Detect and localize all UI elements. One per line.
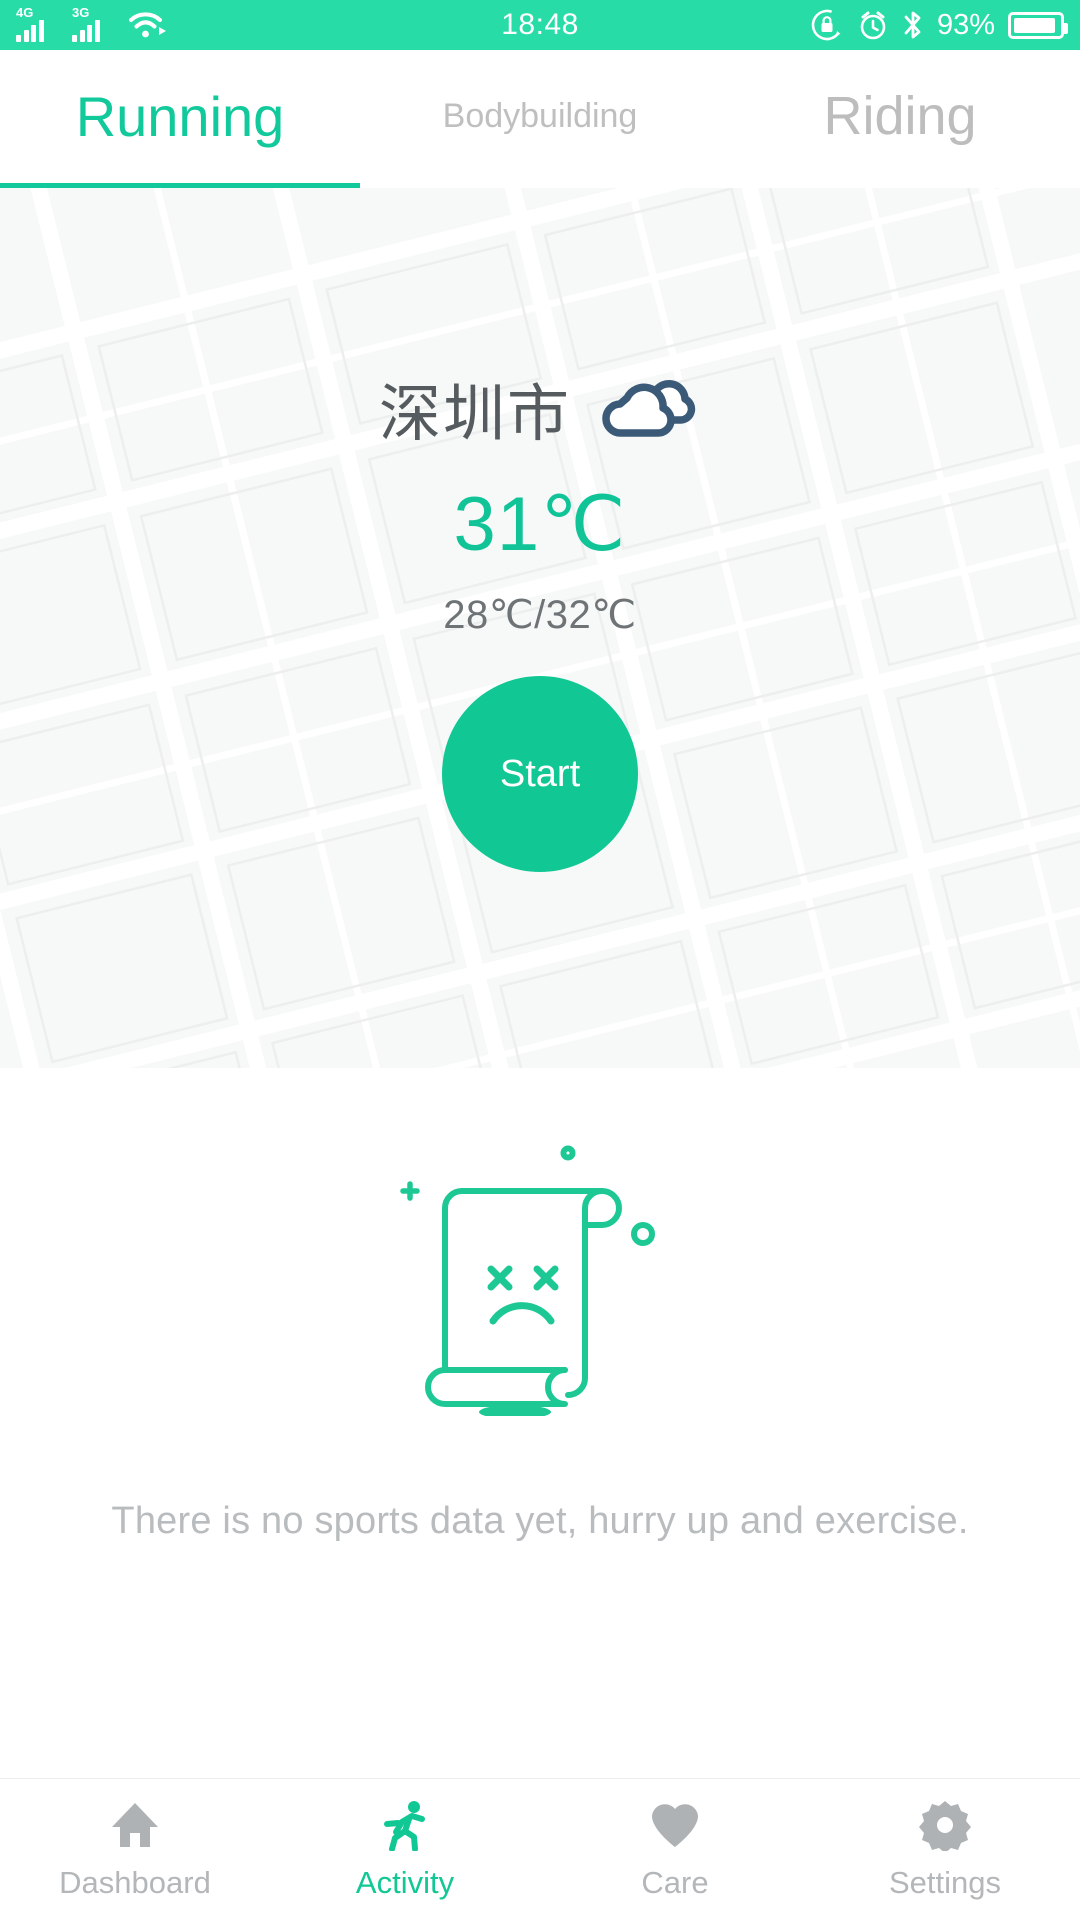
weather-overlay: 深圳市 31℃ 28℃/32℃ Start xyxy=(0,188,1080,1068)
start-button[interactable]: Start xyxy=(442,676,638,872)
nav-item-settings-label: Settings xyxy=(888,1864,1001,1900)
tab-bodybuilding-label: Bodybuilding xyxy=(442,96,638,135)
cloud-icon xyxy=(602,380,696,437)
status-bar: 4G 3G 18:48 93% xyxy=(0,0,1080,50)
tab-riding-label: Riding xyxy=(823,86,977,146)
battery-icon xyxy=(1008,11,1068,39)
empty-state-message: There is no sports data yet, hurry up an… xyxy=(111,1500,969,1542)
nav-item-activity[interactable]: Activity xyxy=(270,1799,540,1901)
current-temperature: 31℃ xyxy=(453,482,627,567)
city-name: 深圳市 xyxy=(378,380,571,449)
heart-icon xyxy=(652,1803,698,1847)
tab-running-label: Running xyxy=(75,84,285,148)
sad-scroll-icon xyxy=(400,1145,655,1416)
activity-type-tabs: Running Bodybuilding Riding xyxy=(0,50,1080,188)
nav-item-activity-label: Activity xyxy=(355,1864,455,1900)
nav-item-dashboard-label: Dashboard xyxy=(59,1864,211,1900)
temperature-range: 28℃/32℃ xyxy=(443,593,637,637)
tab-running[interactable]: Running xyxy=(0,50,360,188)
nav-item-settings[interactable]: Settings xyxy=(810,1799,1080,1901)
bottom-navigation: Dashboard Activity Care Settings xyxy=(0,1778,1080,1920)
running-person-icon xyxy=(384,1800,425,1851)
city-weather-row: 深圳市 xyxy=(379,363,701,453)
gear-icon xyxy=(919,1800,971,1851)
map-panel[interactable]: 深圳市 31℃ 28℃/32℃ Start xyxy=(0,188,1080,1068)
nav-item-dashboard[interactable]: Dashboard xyxy=(0,1799,270,1901)
tab-bodybuilding[interactable]: Bodybuilding xyxy=(360,50,720,188)
nav-item-care-label: Care xyxy=(641,1864,709,1900)
tab-riding[interactable]: Riding xyxy=(720,50,1080,188)
empty-state: There is no sports data yet, hurry up an… xyxy=(0,1068,1080,1768)
status-bar-clock: 18:48 xyxy=(501,8,579,41)
sparkle-icon xyxy=(400,1181,420,1201)
nav-item-care[interactable]: Care xyxy=(540,1799,810,1901)
home-icon xyxy=(112,1802,158,1847)
